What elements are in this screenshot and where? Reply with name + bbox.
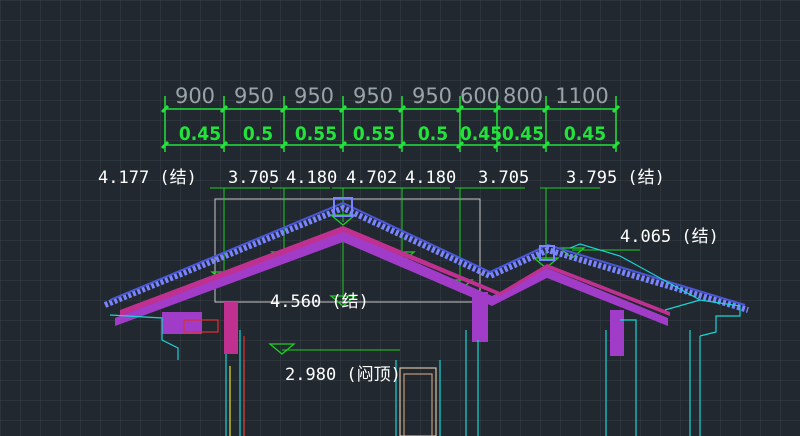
elevation-label-5: 4.180: [405, 168, 456, 188]
elevation-label-6: 3.705: [478, 168, 529, 188]
elevation-label-8: 4.065 (结): [620, 227, 719, 247]
spacing-top-1: 900: [175, 84, 215, 108]
elevation-label-3: 4.180: [286, 168, 337, 188]
spacing-top-2: 950: [234, 84, 274, 108]
spacing-top-7: 800: [503, 84, 543, 108]
spacing-top-8: 1100: [555, 84, 608, 108]
spacing-bottom-7: 0.45: [502, 123, 544, 145]
spacing-top-6: 600: [460, 84, 500, 108]
spacing-bottom-1: 0.45: [179, 123, 221, 145]
spacing-bottom-3: 0.55: [295, 123, 337, 145]
elevation-label-1: 4.177 (结): [98, 168, 197, 188]
spacing-bottom-6: 0.45: [460, 123, 502, 145]
drawing-area[interactable]: 900 950 950 950 950 600 800 1100 0.45 0.…: [0, 0, 800, 436]
spacing-labels-bottom: 0.45 0.5 0.55 0.55 0.5 0.45 0.45 0.45: [179, 123, 606, 145]
spacing-bottom-2: 0.5: [243, 123, 273, 145]
cad-canvas[interactable]: 900 950 950 950 950 600 800 1100 0.45 0.…: [0, 0, 800, 436]
spacing-bottom-8: 0.45: [564, 123, 606, 145]
elevation-label-4: 4.702: [346, 168, 397, 188]
spacing-bottom-4: 0.55: [353, 123, 395, 145]
elevation-label-10: 2.980 (闷顶): [285, 365, 401, 385]
elevation-label-7: 3.795 (结): [566, 168, 665, 188]
elevation-label-9: 4.560 (结): [270, 292, 369, 312]
spacing-top-3: 950: [294, 84, 334, 108]
spacing-top-4: 950: [353, 84, 393, 108]
spacing-top-5: 950: [412, 84, 452, 108]
spacing-bottom-5: 0.5: [418, 123, 448, 145]
elevation-label-2: 3.705: [228, 168, 279, 188]
